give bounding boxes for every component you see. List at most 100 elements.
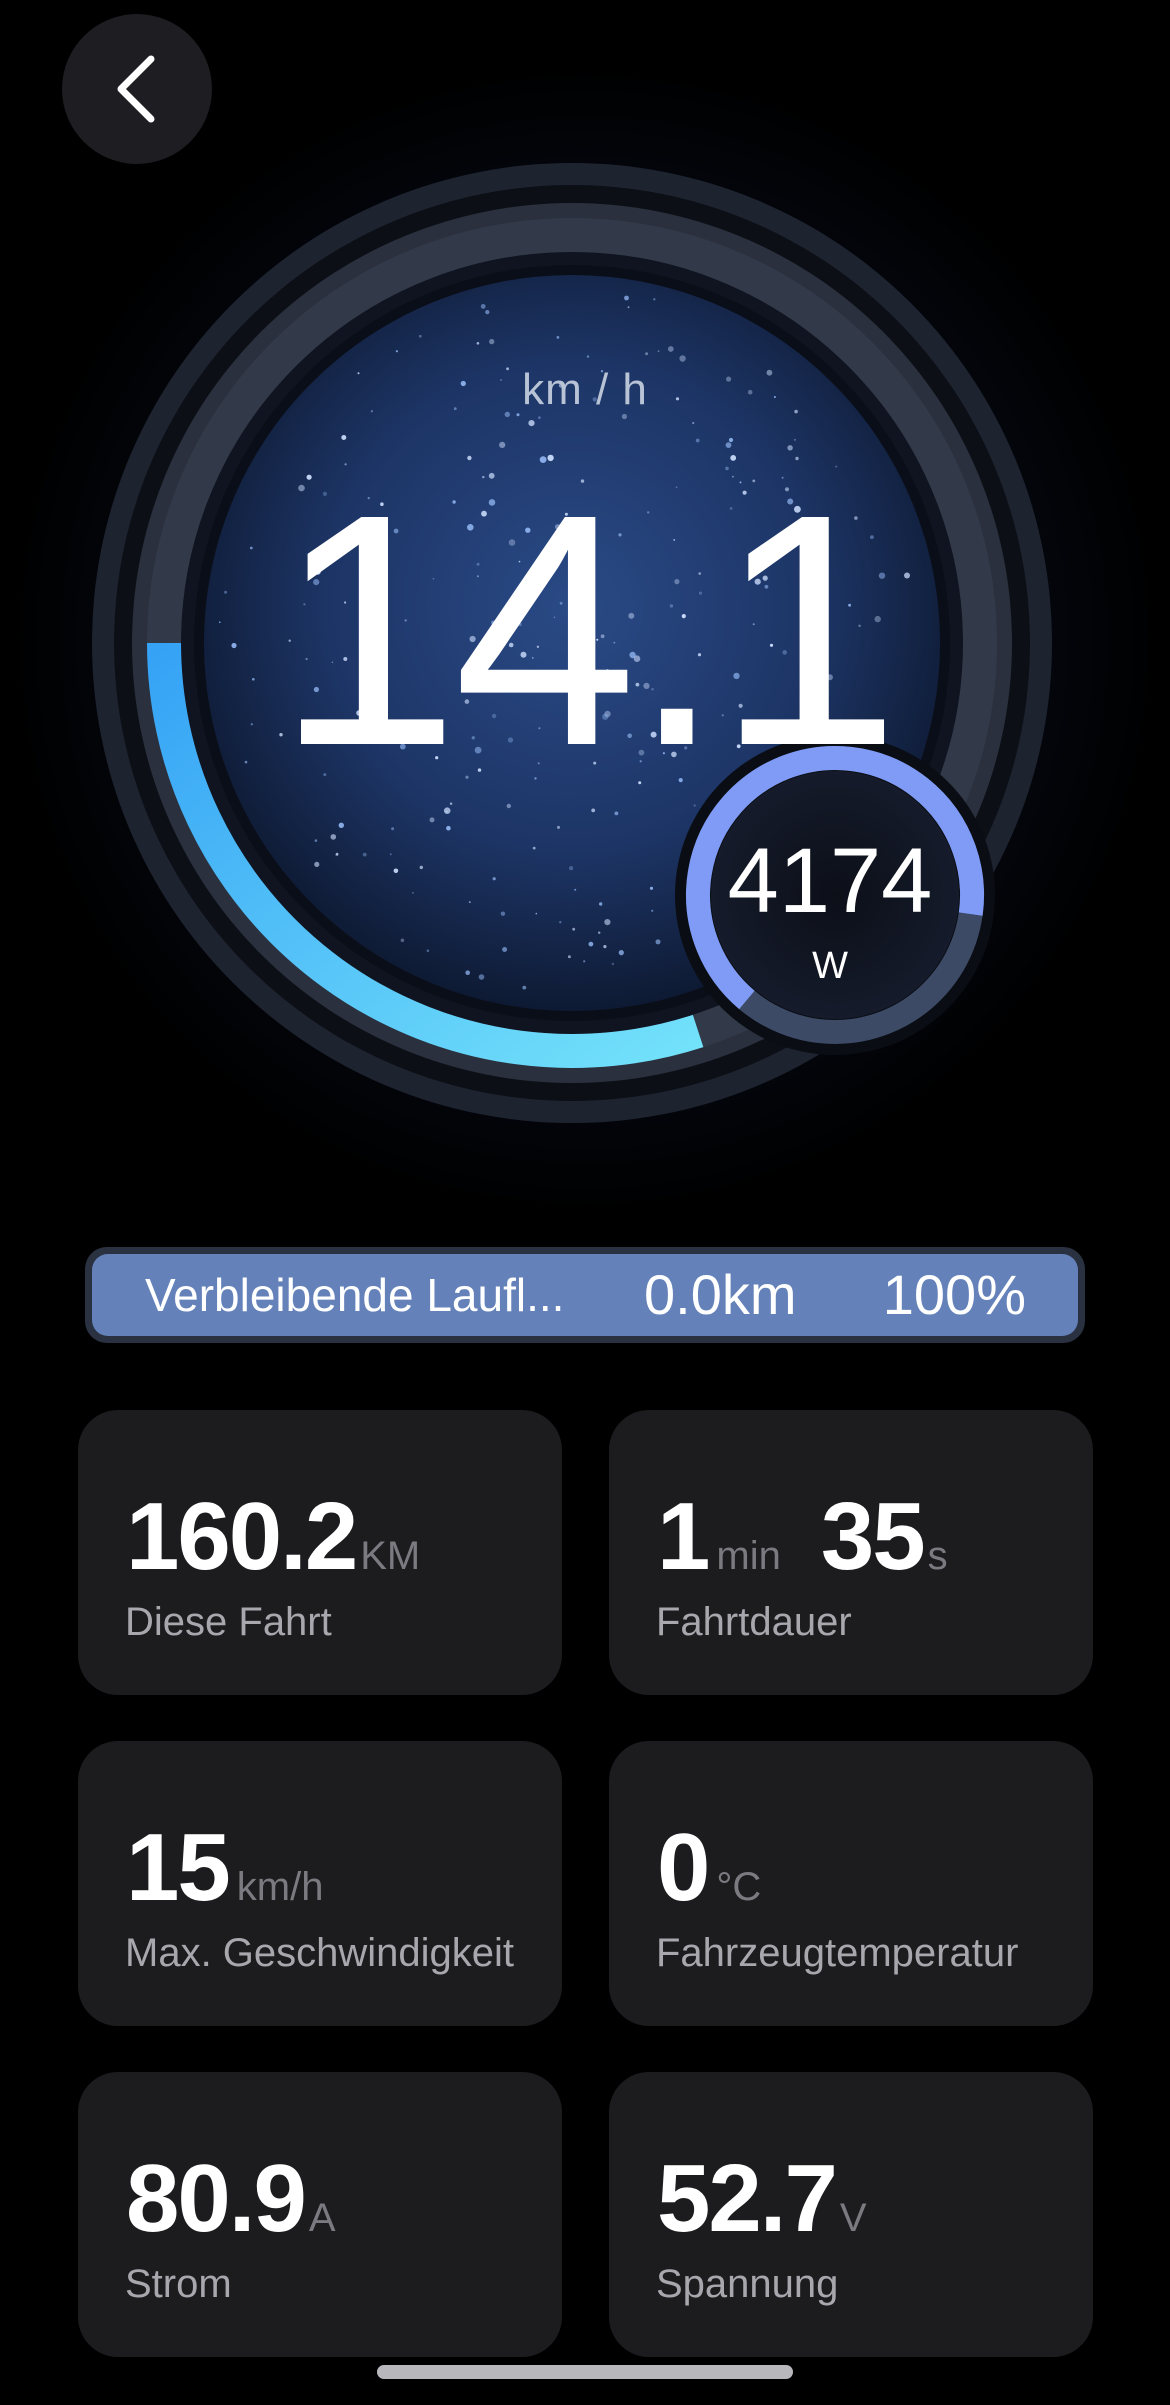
star-dot: [588, 941, 594, 947]
power-value: 4174: [727, 830, 933, 932]
max-speed-value: 15: [126, 1814, 231, 1921]
star-dot: [624, 295, 629, 301]
remaining-range-bar[interactable]: Verbleibende Laufl... 0.0km 100%: [85, 1247, 1085, 1343]
duration-minutes-value: 1: [657, 1483, 710, 1590]
star-dot: [653, 298, 656, 301]
trip-distance-unit: KM: [360, 1534, 421, 1578]
star-dot: [532, 846, 536, 850]
battery-percent: 100%: [882, 1263, 1026, 1326]
voltage-label: Spannung: [656, 2262, 839, 2306]
star-dot: [224, 590, 228, 594]
star-dot: [485, 310, 490, 315]
star-dot: [679, 355, 686, 362]
star-dot: [645, 352, 649, 356]
voltage-card: 52.7 V Spannung: [609, 2072, 1093, 2357]
star-dot: [692, 421, 695, 425]
star-dot: [557, 825, 560, 829]
star-dot: [535, 912, 538, 915]
star-dot: [728, 437, 734, 443]
star-dot: [400, 938, 405, 943]
star-dot: [567, 955, 571, 959]
current-value: 80.9: [126, 2145, 307, 2252]
star-dot: [314, 861, 320, 868]
star-dot: [478, 974, 485, 980]
range-distance: 0.0km: [644, 1263, 797, 1326]
star-dot: [468, 901, 471, 904]
star-dot: [556, 336, 560, 339]
star-dot: [330, 834, 337, 840]
star-dot: [559, 921, 562, 924]
star-dot: [695, 438, 700, 443]
duration-minutes-unit: min: [716, 1534, 781, 1578]
star-dot: [426, 949, 430, 952]
temperature-unit: °C: [716, 1865, 762, 1909]
star-dot: [476, 342, 480, 345]
trip-distance-value: 160.2: [126, 1483, 358, 1590]
star-dot: [598, 931, 601, 934]
star-dot: [419, 865, 423, 870]
temperature-label: Fahrzeugtemperatur: [656, 1931, 1019, 1975]
temperature-value: 0: [657, 1814, 710, 1921]
star-dot: [492, 877, 496, 881]
star-dot: [338, 822, 344, 828]
voltage-unit: V: [839, 2196, 867, 2240]
star-dot: [651, 909, 654, 912]
star-dot: [502, 947, 508, 952]
speed-unit: km / h: [522, 365, 648, 414]
star-dot: [395, 350, 398, 353]
star-dot: [370, 410, 374, 413]
star-dot: [618, 950, 624, 956]
star-dot: [419, 334, 422, 338]
current-unit: A: [308, 2196, 336, 2240]
star-dot: [538, 416, 541, 419]
speed-value: 14.1: [275, 445, 900, 814]
current-label: Strom: [125, 2262, 232, 2306]
star-dot: [604, 919, 611, 926]
star-dot: [794, 439, 796, 441]
duration-seconds-unit: s: [927, 1534, 948, 1578]
star-dot: [489, 338, 495, 345]
trip-distance-card: 160.2 KM Diese Fahrt: [78, 1410, 562, 1695]
speedometer: km / h 14.1 4174 W: [0, 0, 1170, 1200]
trip-distance-label: Diese Fahrt: [125, 1600, 332, 1644]
voltage-value: 52.7: [657, 2145, 838, 2252]
max-speed-label: Max. Geschwindigkeit: [125, 1931, 515, 1975]
star-dot: [357, 372, 360, 375]
star-dot: [446, 825, 451, 831]
home-indicator[interactable]: [377, 2365, 793, 2379]
star-dot: [627, 306, 630, 309]
range-bar-fill: Verbleibende Laufl... 0.0km 100%: [92, 1254, 1078, 1336]
star-dot: [528, 420, 535, 427]
star-dot: [429, 817, 435, 823]
star-dot: [480, 304, 486, 309]
star-dot: [657, 350, 660, 352]
star-dot: [362, 852, 367, 857]
star-dot: [586, 355, 590, 358]
star-dot: [314, 839, 318, 842]
duration-seconds-value: 35: [820, 1483, 926, 1590]
star-dot: [572, 927, 576, 931]
star-dot: [391, 827, 395, 831]
max-speed-unit: km/h: [236, 1865, 324, 1909]
star-dot: [583, 960, 586, 963]
star-dot: [655, 939, 661, 945]
star-dot: [412, 892, 414, 894]
range-label: Verbleibende Laufl...: [145, 1269, 565, 1321]
power-unit: W: [812, 945, 848, 987]
trip-duration-label: Fahrtdauer: [656, 1600, 852, 1644]
star-dot: [603, 945, 607, 949]
current-card: 80.9 A Strom: [78, 2072, 562, 2357]
star-dot: [574, 888, 577, 891]
star-dot: [611, 962, 615, 966]
star-dot: [393, 868, 399, 874]
max-speed-card: 15 km/h Max. Geschwindigkeit: [78, 1741, 562, 2026]
star-dot: [500, 911, 506, 916]
star-dot: [465, 970, 471, 975]
star-dot: [219, 621, 221, 623]
star-dot: [389, 853, 392, 856]
trip-duration-card: 1 min 35 s Fahrtdauer: [609, 1410, 1093, 1695]
star-dot: [335, 853, 339, 857]
star-dot: [794, 409, 798, 414]
star-dot: [667, 346, 674, 352]
star-dot: [341, 435, 347, 440]
